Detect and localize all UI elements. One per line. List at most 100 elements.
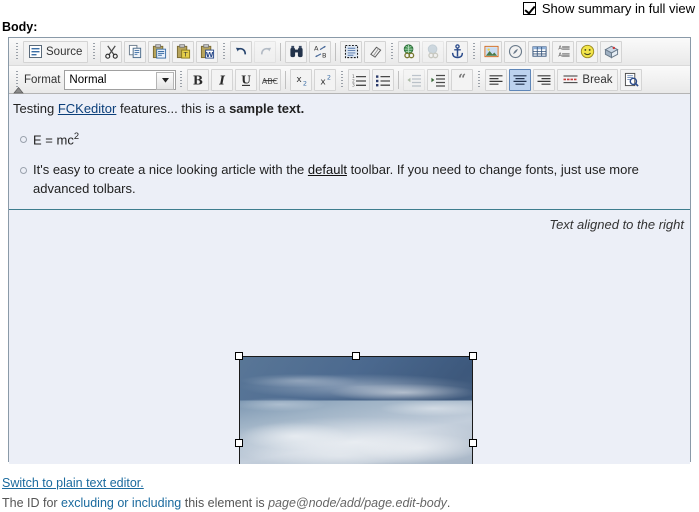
italic-icon: I bbox=[215, 73, 229, 87]
toolbar-collapse-handle[interactable] bbox=[12, 85, 24, 94]
remove-format-button[interactable] bbox=[364, 41, 386, 63]
horizontal-rule-icon: A A bbox=[556, 44, 571, 59]
blockquote-button[interactable]: “ bbox=[451, 69, 473, 91]
bold-button[interactable]: B bbox=[187, 69, 209, 91]
cut-button[interactable] bbox=[100, 41, 122, 63]
underline-button[interactable]: U bbox=[235, 69, 257, 91]
bulleted-list-button[interactable] bbox=[372, 69, 394, 91]
paste-text-button[interactable]: T bbox=[172, 41, 194, 63]
source-button[interactable]: Source bbox=[23, 41, 88, 63]
list-item-text: E = mc bbox=[33, 132, 74, 147]
copy-icon bbox=[128, 44, 143, 59]
toolbar-grip-icon[interactable] bbox=[477, 70, 481, 89]
svg-text:A: A bbox=[558, 46, 562, 52]
list-item-text-before: It's easy to create a nice looking artic… bbox=[33, 162, 308, 177]
find-button[interactable] bbox=[285, 41, 307, 63]
toolbar-grip-icon[interactable] bbox=[179, 70, 183, 89]
format-select[interactable]: Normal bbox=[64, 70, 176, 90]
resize-handle-middle-right[interactable] bbox=[469, 439, 477, 447]
svg-text:x: x bbox=[321, 77, 327, 87]
top-row: Show summary in full view bbox=[0, 0, 699, 18]
resize-handle-middle-left[interactable] bbox=[235, 439, 243, 447]
select-all-button[interactable] bbox=[340, 41, 362, 63]
subscript-button[interactable]: x 2 bbox=[290, 69, 312, 91]
link-button[interactable] bbox=[398, 41, 420, 63]
toolbar-grip-icon[interactable] bbox=[340, 70, 344, 89]
smiley-button[interactable] bbox=[576, 41, 598, 63]
resize-handle-top-center[interactable] bbox=[352, 352, 360, 360]
toolbar-grip-icon[interactable] bbox=[92, 42, 96, 61]
unlink-button[interactable] bbox=[422, 41, 444, 63]
align-center-button[interactable] bbox=[509, 69, 531, 91]
replace-button[interactable]: A B bbox=[309, 41, 331, 63]
preview-icon bbox=[624, 72, 639, 87]
italic-button[interactable]: I bbox=[211, 69, 233, 91]
anchor-button[interactable] bbox=[446, 41, 468, 63]
table-button[interactable] bbox=[528, 41, 550, 63]
paste-button[interactable] bbox=[148, 41, 170, 63]
fckeditor-link[interactable]: FCKeditor bbox=[58, 101, 117, 116]
undo-button[interactable] bbox=[230, 41, 252, 63]
align-left-icon bbox=[488, 73, 504, 87]
strikethrough-button[interactable]: ABC bbox=[259, 69, 281, 91]
numbered-list-button[interactable]: 1 2 3 bbox=[348, 69, 370, 91]
redo-button[interactable] bbox=[254, 41, 276, 63]
align-right-button[interactable] bbox=[533, 69, 555, 91]
superscript-button[interactable]: x 2 bbox=[314, 69, 336, 91]
default-link[interactable]: default bbox=[308, 162, 347, 177]
preview-button[interactable] bbox=[620, 69, 642, 91]
svg-text:3: 3 bbox=[352, 82, 355, 86]
svg-text:2: 2 bbox=[303, 79, 307, 87]
paste-word-button[interactable]: W bbox=[196, 41, 218, 63]
sky-and-clouds-photo[interactable] bbox=[239, 356, 473, 464]
horizontal-rule-button[interactable]: A A bbox=[552, 41, 574, 63]
resize-handle-top-right[interactable] bbox=[469, 352, 477, 360]
element-id-value: page@node/add/page.edit-body bbox=[268, 496, 447, 510]
intro-paragraph: Testing FCKeditor features... this is a … bbox=[9, 94, 690, 118]
svg-text:B: B bbox=[322, 52, 327, 59]
replace-icon: A B bbox=[313, 44, 328, 59]
svg-text:W: W bbox=[206, 50, 214, 59]
table-icon bbox=[532, 44, 547, 59]
svg-text:“: “ bbox=[458, 73, 466, 87]
copy-button[interactable] bbox=[124, 41, 146, 63]
show-summary-checkbox[interactable] bbox=[523, 2, 536, 15]
outdent-icon bbox=[406, 73, 422, 87]
intro-bold-text: sample text. bbox=[229, 101, 304, 116]
toolbar-grip-icon[interactable] bbox=[390, 42, 394, 61]
smiley-icon bbox=[580, 44, 595, 59]
show-summary-label: Show summary in full view bbox=[542, 1, 695, 16]
special-char-button[interactable] bbox=[600, 41, 622, 63]
svg-text:B: B bbox=[193, 73, 203, 87]
indent-button[interactable] bbox=[427, 69, 449, 91]
align-left-button[interactable] bbox=[485, 69, 507, 91]
outdent-button[interactable] bbox=[403, 69, 425, 91]
chevron-down-icon[interactable] bbox=[156, 72, 174, 90]
source-button-label: Source bbox=[46, 46, 82, 58]
toolbar-separator bbox=[280, 43, 281, 61]
resize-handle-top-left[interactable] bbox=[235, 352, 243, 360]
selected-image-wrapper[interactable] bbox=[239, 356, 473, 464]
image-button[interactable] bbox=[480, 41, 502, 63]
svg-text:2: 2 bbox=[327, 73, 331, 81]
toolbar-row-1: Source bbox=[9, 38, 690, 65]
page-break-button[interactable]: Break bbox=[557, 69, 618, 91]
rich-text-editor: Source bbox=[8, 37, 691, 462]
toolbar-grip-icon[interactable] bbox=[15, 42, 19, 61]
strikethrough-icon: ABC bbox=[262, 73, 278, 87]
excluding-or-including-link[interactable]: excluding or including bbox=[61, 496, 181, 510]
switch-to-plain-text-editor-link[interactable]: Switch to plain text editor. bbox=[2, 476, 144, 490]
toolbar-grip-icon[interactable] bbox=[472, 42, 476, 61]
toolbar-grip-icon[interactable] bbox=[222, 42, 226, 61]
flash-icon bbox=[508, 44, 523, 59]
sky-and-clouds-image bbox=[240, 357, 472, 464]
intro-text-before: Testing bbox=[13, 101, 58, 116]
editor-content-area[interactable]: Testing FCKeditor features... this is a … bbox=[9, 94, 690, 464]
subscript-icon: x 2 bbox=[293, 73, 309, 87]
align-right-icon bbox=[536, 73, 552, 87]
format-label: Format bbox=[24, 74, 60, 86]
paste-text-icon: T bbox=[176, 44, 191, 59]
toolbar-separator bbox=[398, 71, 399, 89]
show-summary-toggle[interactable]: Show summary in full view bbox=[523, 1, 695, 16]
flash-button[interactable] bbox=[504, 41, 526, 63]
